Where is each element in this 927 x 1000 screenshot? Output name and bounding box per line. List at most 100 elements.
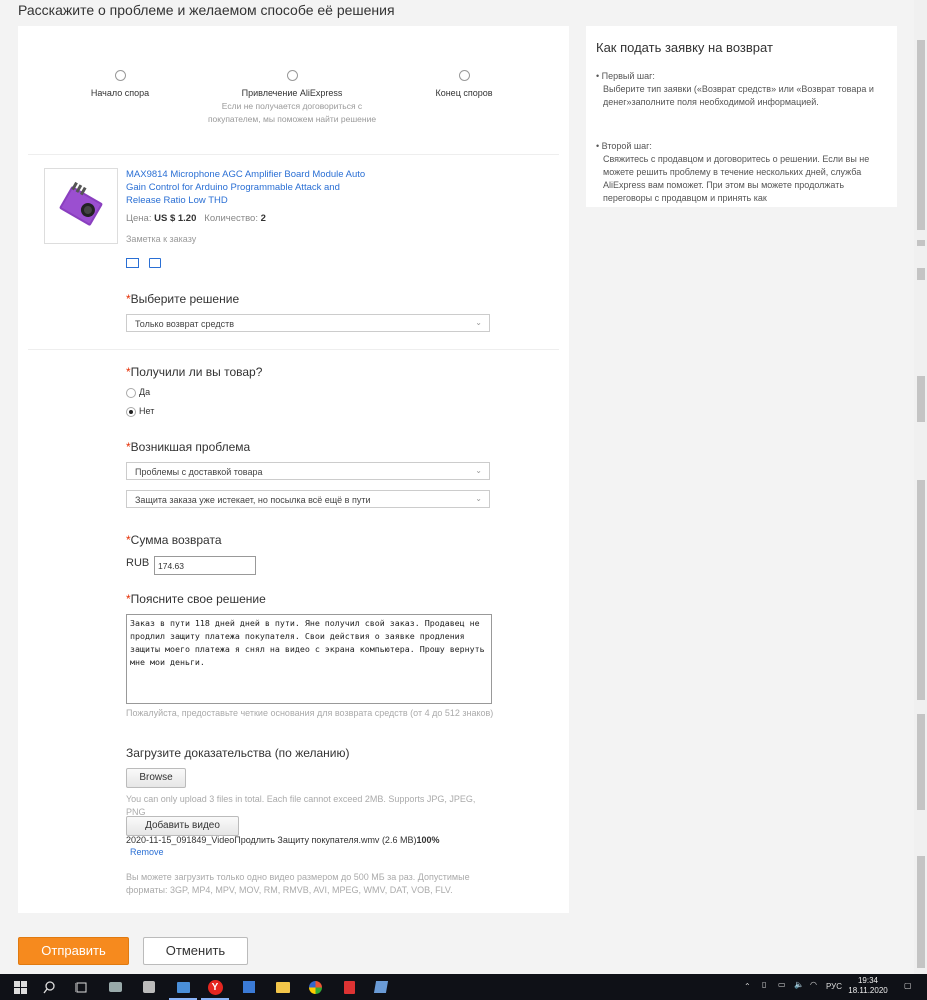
page-title: Расскажите о проблеме и желаемом способе… (18, 2, 395, 18)
price-value: US $ 1.20 (154, 213, 197, 224)
radio-no-dot[interactable] (126, 406, 136, 417)
radio-no[interactable]: Нет (126, 406, 154, 417)
order-note: Заметка к заказу (126, 234, 197, 244)
product-action-icons (126, 255, 162, 273)
price-label: Цена: (126, 213, 152, 224)
problem-select-value: Проблемы с доставкой товара (135, 467, 263, 477)
radio-no-label: Нет (139, 406, 155, 416)
clock-time: 19:34 (857, 976, 879, 985)
radio-yes-dot[interactable] (126, 387, 136, 398)
solution-label-text: Выберите решение (130, 292, 240, 306)
app-icon-5[interactable] (241, 979, 257, 995)
scrollbar-segment (917, 240, 925, 246)
chevron-down-icon: ⌄ (475, 318, 482, 327)
browse-button[interactable]: Browse (126, 768, 186, 788)
explain-label-text: Поясните свое решение (130, 592, 266, 606)
help-step-2-head: • Второй шаг: (596, 141, 652, 151)
qty-label: Количество: (204, 213, 258, 224)
product-title-link[interactable]: MAX9814 Microphone AGC Amplifier Board M… (126, 168, 376, 207)
product-thumbnail[interactable] (44, 168, 118, 244)
explain-label: *Поясните свое решение (126, 592, 266, 606)
volume-icon[interactable]: 🔈 (794, 980, 804, 989)
scrollbar-segment (917, 480, 925, 700)
problem-label-text: Возникшая проблема (130, 440, 251, 454)
help-step-2-body: Свяжитесь с продавцом и договоритесь о р… (603, 154, 870, 203)
submit-button[interactable]: Отправить (18, 937, 129, 965)
radio-yes-label: Да (139, 387, 151, 397)
step-label-end: Конец споров (435, 88, 493, 98)
price-line: Цена: US $ 1.20 Количество: 2 (126, 213, 266, 224)
chevron-down-icon: ⌄ (475, 494, 482, 503)
problem-label: *Возникшая проблема (126, 440, 250, 454)
file-explorer-icon[interactable] (275, 979, 291, 995)
scrollbar-segment (917, 714, 925, 810)
help-card: Как подать заявку на возврат • Первый ша… (586, 26, 897, 207)
network-icon[interactable]: ▭ (778, 980, 786, 989)
help-step-1: • Первый шаг: Выберите тип заявки («Возв… (596, 70, 888, 109)
refund-label: *Сумма возврата (126, 533, 222, 547)
step-circle-start (115, 70, 126, 81)
app-icon-7[interactable] (307, 979, 323, 995)
solution-select[interactable]: Только возврат средств ⌄ (126, 314, 490, 332)
step-sub-aliexpress: Если не получается договориться с покупа… (207, 101, 377, 124)
problem-detail-select-value: Защита заказа уже истекает, но посылка в… (135, 495, 371, 505)
wifi-icon[interactable]: ◠ (810, 980, 817, 989)
dispute-form-card: Начало спора Привлечение AliExpress Если… (18, 26, 569, 913)
scrollbar-segment (917, 856, 925, 968)
search-icon[interactable] (41, 979, 57, 995)
upload-progress: 100% (416, 835, 440, 845)
snapshot-icon[interactable] (126, 258, 139, 268)
message-icon[interactable] (149, 258, 162, 268)
page-scrollbar[interactable] (914, 0, 927, 974)
help-step-1-body: Выберите тип заявки («Возврат средств» и… (603, 84, 874, 107)
windows-start-icon[interactable] (12, 979, 28, 995)
clock-date: 18.11.2020 (848, 986, 888, 995)
problem-select[interactable]: Проблемы с доставкой товара ⌄ (126, 462, 490, 480)
language-indicator[interactable]: РУС (826, 982, 842, 991)
uploaded-file-name: 2020-11-15_091849_VideoПродлить Защиту п… (126, 835, 417, 845)
refund-label-text: Сумма возврата (130, 533, 222, 547)
task-view-icon[interactable] (73, 979, 89, 995)
scrollbar-segment (917, 376, 925, 422)
upload-title: Загрузите доказательства (по желанию) (126, 746, 350, 760)
video-hint: Вы можете загрузить только одно видео ра… (126, 872, 470, 895)
yandex-browser-icon[interactable]: Y (207, 979, 223, 995)
app-icon-9[interactable] (373, 979, 389, 995)
step-label-aliexpress: Привлечение AliExpress (241, 88, 343, 98)
scrollbar-segment (917, 268, 925, 280)
uploaded-file-line: 2020-11-15_091849_VideoПродлить Защиту п… (126, 835, 439, 845)
scrollbar-thumb[interactable] (917, 40, 925, 230)
divider (28, 349, 559, 350)
divider (28, 154, 559, 155)
radio-yes[interactable]: Да (126, 387, 150, 398)
cancel-button[interactable]: Отменить (143, 937, 248, 965)
received-label: *Получили ли вы товар? (126, 365, 262, 379)
help-step-2: • Второй шаг: Свяжитесь с продавцом и до… (596, 140, 888, 205)
step-circle-aliexpress (287, 70, 298, 81)
clock[interactable]: 19:34 18.11.2020 (848, 976, 888, 996)
refund-amount-input[interactable]: 174.63 (154, 556, 256, 575)
help-step-1-head: • Первый шаг: (596, 71, 655, 81)
solution-label: *Выберите решение (126, 292, 239, 306)
app-icon-3[interactable] (175, 979, 191, 995)
explain-hint: Пожалуйста, предоставьте четкие основани… (126, 708, 494, 718)
remove-file-link[interactable]: Remove (130, 847, 164, 857)
received-label-text: Получили ли вы товар? (130, 365, 263, 379)
app-icon-1[interactable] (107, 979, 123, 995)
currency-label: RUB (126, 557, 150, 569)
chevron-down-icon: ⌄ (475, 466, 482, 475)
app-icon-2[interactable] (141, 979, 157, 995)
qty-value: 2 (260, 213, 266, 224)
progress-steps: Начало спора Привлечение AliExpress Если… (18, 26, 569, 156)
chevron-up-icon[interactable]: ⌃ (744, 982, 751, 991)
add-video-button[interactable]: Добавить видео (126, 816, 239, 836)
step-label-start: Начало спора (90, 88, 150, 98)
battery-icon[interactable]: ▯ (762, 980, 766, 989)
notifications-icon[interactable]: ▢ (904, 981, 912, 990)
app-icon-8[interactable] (341, 979, 357, 995)
help-title: Как подать заявку на возврат (596, 40, 773, 55)
explain-textarea[interactable]: Заказ в пути 118 дней дней в пути. Яне п… (126, 614, 492, 704)
solution-select-value: Только возврат средств (135, 319, 234, 329)
problem-detail-select[interactable]: Защита заказа уже истекает, но посылка в… (126, 490, 490, 508)
step-circle-end (459, 70, 470, 81)
